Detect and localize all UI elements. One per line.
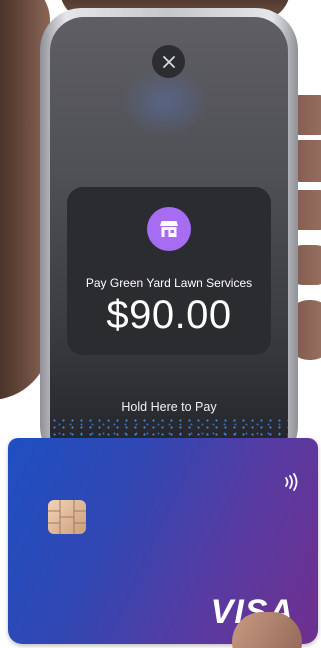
payment-panel: Pay Green Yard Lawn Services $90.00 <box>67 187 271 355</box>
contactless-icon <box>285 473 298 491</box>
tap-to-pay-scene: Pay Green Yard Lawn Services $90.00 Hold… <box>0 0 321 648</box>
payment-amount: $90.00 <box>106 293 232 337</box>
close-button[interactable] <box>152 45 185 78</box>
close-icon <box>162 55 175 68</box>
payment-merchant-label: Pay Green Yard Lawn Services <box>85 276 253 290</box>
store-icon <box>147 207 191 251</box>
hold-instruction: Hold Here to Pay <box>121 400 217 414</box>
chip-icon <box>48 500 86 534</box>
phone-screen: Pay Green Yard Lawn Services $90.00 Hold… <box>50 17 288 467</box>
